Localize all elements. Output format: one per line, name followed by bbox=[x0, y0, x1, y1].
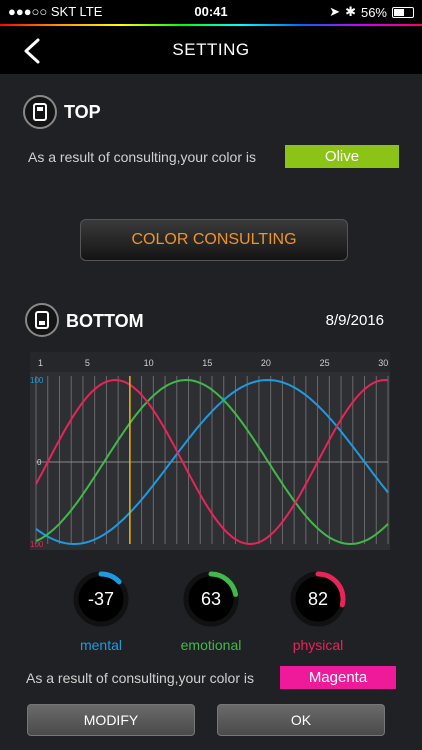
location-icon: ➤ bbox=[329, 4, 341, 19]
chart-x-tick-label: 1 bbox=[38, 358, 43, 368]
gauge-emotional: 63 bbox=[183, 571, 239, 627]
status-right: ➤ ✱ 56% bbox=[329, 4, 414, 20]
gauge-label-mental: mental bbox=[79, 637, 123, 653]
chart-x-tick-label: 5 bbox=[85, 358, 90, 368]
status-bar: ●●●○○ SKT LTE 00:41 ➤ ✱ 56% bbox=[0, 0, 422, 24]
gauge-label-emotional: emotional bbox=[180, 637, 242, 653]
chart-svg: 1 5 10 15 20 25 301000100 bbox=[30, 352, 390, 549]
battery-icon bbox=[392, 6, 414, 18]
top-garment-icon bbox=[23, 95, 57, 129]
nav-bar: SETTING bbox=[0, 26, 422, 74]
gauge-physical: 82 bbox=[290, 571, 346, 627]
bottom-section-title: BOTTOM bbox=[66, 311, 144, 331]
page-title: SETTING bbox=[172, 40, 250, 59]
bottom-color-badge: Magenta bbox=[280, 666, 396, 689]
bluetooth-icon: ✱ bbox=[345, 4, 356, 19]
top-color-badge: Olive bbox=[285, 145, 399, 168]
gauge-mental: -37 bbox=[73, 571, 129, 627]
top-result-text: As a result of consulting,your color is bbox=[28, 149, 256, 165]
gauge-value: 63 bbox=[200, 589, 222, 609]
chart-x-tick-label: 25 bbox=[320, 358, 330, 368]
chart-x-tick-label: 15 bbox=[202, 358, 212, 368]
top-section-title: TOP bbox=[64, 102, 101, 122]
battery-fill bbox=[394, 8, 405, 16]
battery-percent: 56% bbox=[360, 4, 387, 20]
gauge-value: 82 bbox=[307, 589, 329, 609]
chart-x-tick-label: 10 bbox=[144, 358, 154, 368]
ok-button[interactable]: OK bbox=[217, 704, 385, 736]
color-consulting-button[interactable]: COLOR CONSULTING bbox=[80, 219, 348, 261]
chart-y-label-top: 100 bbox=[30, 376, 44, 385]
modify-button[interactable]: MODIFY bbox=[27, 704, 195, 736]
bottom-result-text: As a result of consulting,your color is bbox=[26, 670, 254, 686]
bottom-garment-icon bbox=[25, 303, 59, 337]
date-label: 8/9/2016 bbox=[325, 312, 384, 329]
chart-x-tick-label: 30 bbox=[378, 358, 388, 368]
chart-x-tick-label: 20 bbox=[261, 358, 271, 368]
gauge-value: -37 bbox=[87, 589, 114, 609]
gauge-label-physical: physical bbox=[292, 637, 344, 653]
chart-y-label-mid: 0 bbox=[37, 458, 42, 467]
biorhythm-chart: 1 5 10 15 20 25 30 100 0 100 bbox=[30, 352, 390, 550]
